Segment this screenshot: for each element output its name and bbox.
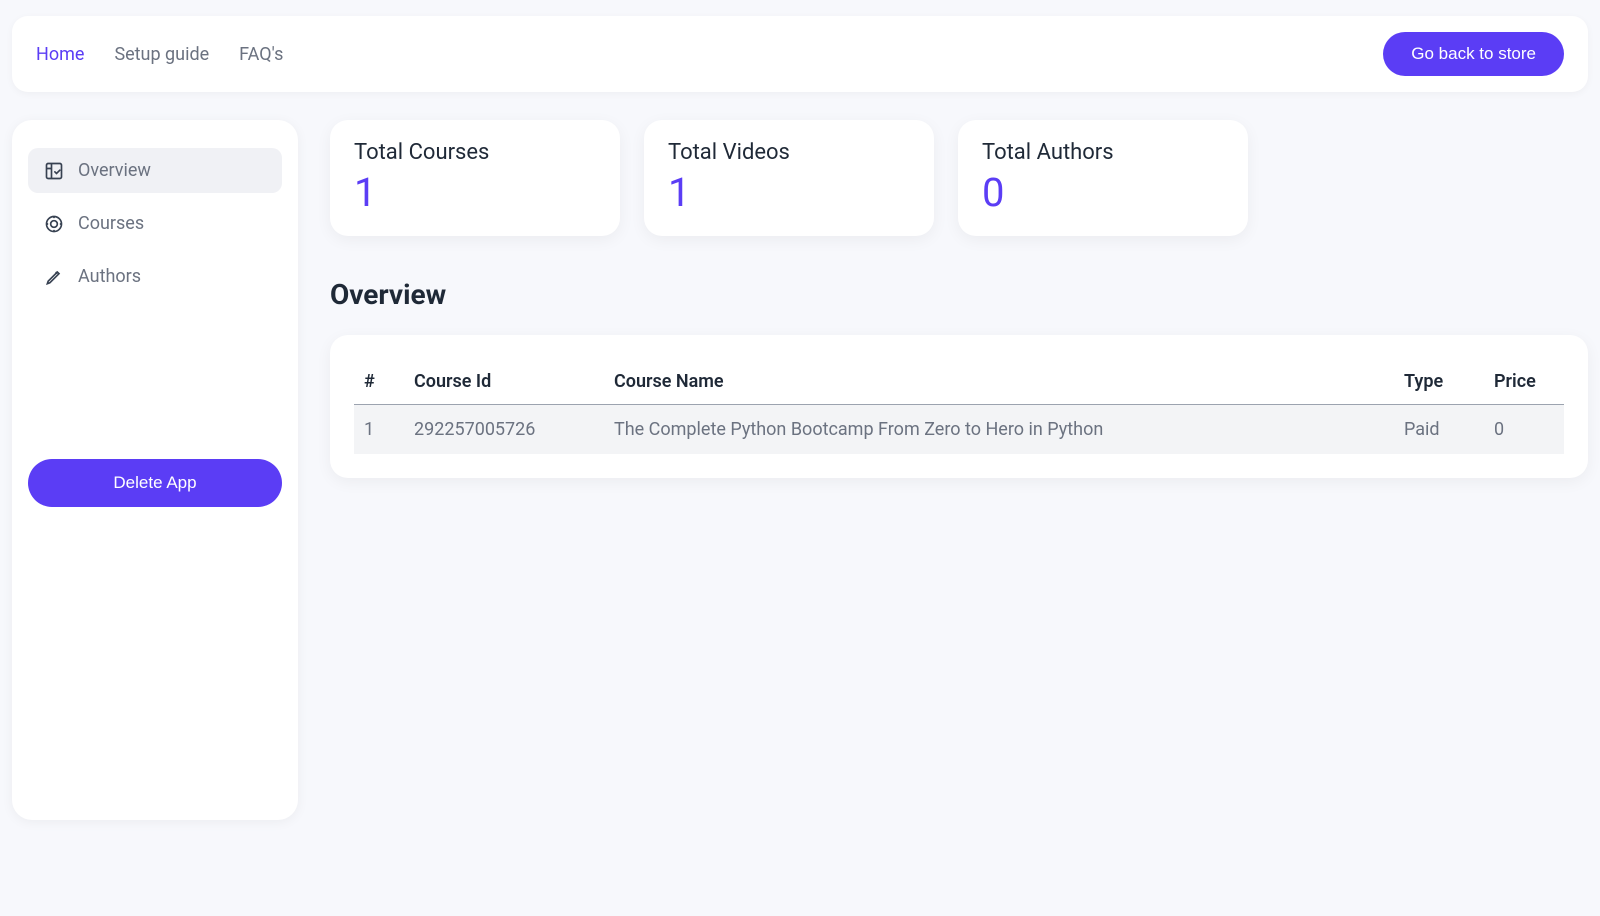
delete-app-button[interactable]: Delete App xyxy=(28,459,282,507)
sidebar-item-courses[interactable]: Courses xyxy=(28,201,282,246)
nav-home[interactable]: Home xyxy=(36,44,84,65)
sidebar-item-label: Courses xyxy=(78,213,144,234)
cell-course-name: The Complete Python Bootcamp From Zero t… xyxy=(604,405,1394,455)
table-row: 1 292257005726 The Complete Python Bootc… xyxy=(354,405,1564,455)
stat-value: 1 xyxy=(668,169,910,216)
overview-table: # Course Id Course Name Type Price 1 292… xyxy=(354,359,1564,454)
header: Home Setup guide FAQ's Go back to store xyxy=(12,16,1588,92)
cell-price: 0 xyxy=(1484,405,1564,455)
nav-faqs[interactable]: FAQ's xyxy=(239,44,283,65)
sidebar-items: Overview Courses Authors xyxy=(28,148,282,299)
overview-icon xyxy=(44,161,64,181)
cell-index: 1 xyxy=(354,405,404,455)
stat-label: Total Videos xyxy=(668,140,910,165)
col-header-course-name: Course Name xyxy=(604,359,1394,405)
sidebar: Overview Courses Authors Delete App xyxy=(12,120,298,820)
sidebar-item-label: Authors xyxy=(78,266,141,287)
stat-label: Total Courses xyxy=(354,140,596,165)
stat-total-courses: Total Courses 1 xyxy=(330,120,620,236)
layout: Overview Courses Authors Delete App Tota… xyxy=(12,120,1588,820)
go-back-button[interactable]: Go back to store xyxy=(1383,32,1564,76)
stat-value: 0 xyxy=(982,169,1224,216)
main-content: Total Courses 1 Total Videos 1 Total Aut… xyxy=(330,120,1588,820)
authors-icon xyxy=(44,267,64,287)
stat-label: Total Authors xyxy=(982,140,1224,165)
table-header-row: # Course Id Course Name Type Price xyxy=(354,359,1564,405)
sidebar-item-label: Overview xyxy=(78,160,151,181)
sidebar-item-authors[interactable]: Authors xyxy=(28,254,282,299)
courses-icon xyxy=(44,214,64,234)
cell-course-id: 292257005726 xyxy=(404,405,604,455)
stat-total-videos: Total Videos 1 xyxy=(644,120,934,236)
col-header-type: Type xyxy=(1394,359,1484,405)
cell-type: Paid xyxy=(1394,405,1484,455)
stat-total-authors: Total Authors 0 xyxy=(958,120,1248,236)
stat-value: 1 xyxy=(354,169,596,216)
col-header-index: # xyxy=(354,359,404,405)
sidebar-item-overview[interactable]: Overview xyxy=(28,148,282,193)
nav-links: Home Setup guide FAQ's xyxy=(36,44,283,65)
nav-setup-guide[interactable]: Setup guide xyxy=(114,44,209,65)
col-header-price: Price xyxy=(1484,359,1564,405)
overview-table-card: # Course Id Course Name Type Price 1 292… xyxy=(330,335,1588,478)
stats-row: Total Courses 1 Total Videos 1 Total Aut… xyxy=(330,120,1588,236)
section-title-overview: Overview xyxy=(330,278,1588,311)
col-header-course-id: Course Id xyxy=(404,359,604,405)
